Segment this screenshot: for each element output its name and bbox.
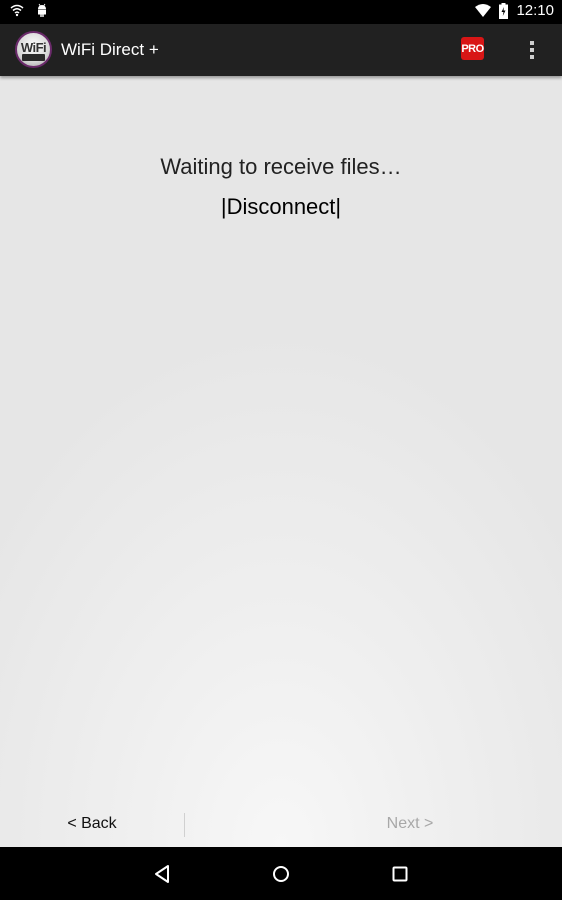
menu-dot bbox=[530, 41, 534, 45]
status-bar: 12:10 bbox=[0, 0, 562, 24]
android-debug-icon bbox=[36, 3, 48, 17]
wizard-bottom-bar: < Back Next > bbox=[0, 801, 562, 847]
home-nav-icon[interactable] bbox=[267, 860, 295, 888]
app-logo-strip bbox=[22, 54, 45, 61]
wifi-notification-icon bbox=[10, 3, 24, 17]
navigation-bar bbox=[0, 847, 562, 900]
app-logo-text: WiFi bbox=[20, 40, 47, 55]
action-bar: WiFi WiFi Direct + PRO bbox=[0, 24, 562, 76]
battery-charging-icon bbox=[499, 2, 509, 19]
main-content: Waiting to receive files… |Disconnect| <… bbox=[0, 76, 562, 847]
app-logo-icon[interactable]: WiFi bbox=[15, 31, 52, 68]
next-button[interactable]: Next > bbox=[318, 801, 502, 847]
overflow-menu-icon[interactable] bbox=[522, 36, 542, 64]
back-button[interactable]: < Back bbox=[0, 801, 184, 847]
recents-nav-icon[interactable] bbox=[386, 860, 414, 888]
disconnect-button[interactable]: |Disconnect| bbox=[0, 194, 562, 220]
pro-button[interactable]: PRO bbox=[461, 37, 484, 60]
menu-dot bbox=[530, 48, 534, 52]
button-divider bbox=[184, 813, 185, 837]
wifi-signal-icon bbox=[475, 3, 492, 18]
back-nav-icon[interactable] bbox=[148, 860, 176, 888]
menu-dot bbox=[530, 55, 534, 59]
app-title: WiFi Direct + bbox=[61, 40, 159, 59]
status-clock: 12:10 bbox=[516, 2, 554, 19]
receive-status-text: Waiting to receive files… bbox=[160, 154, 402, 179]
